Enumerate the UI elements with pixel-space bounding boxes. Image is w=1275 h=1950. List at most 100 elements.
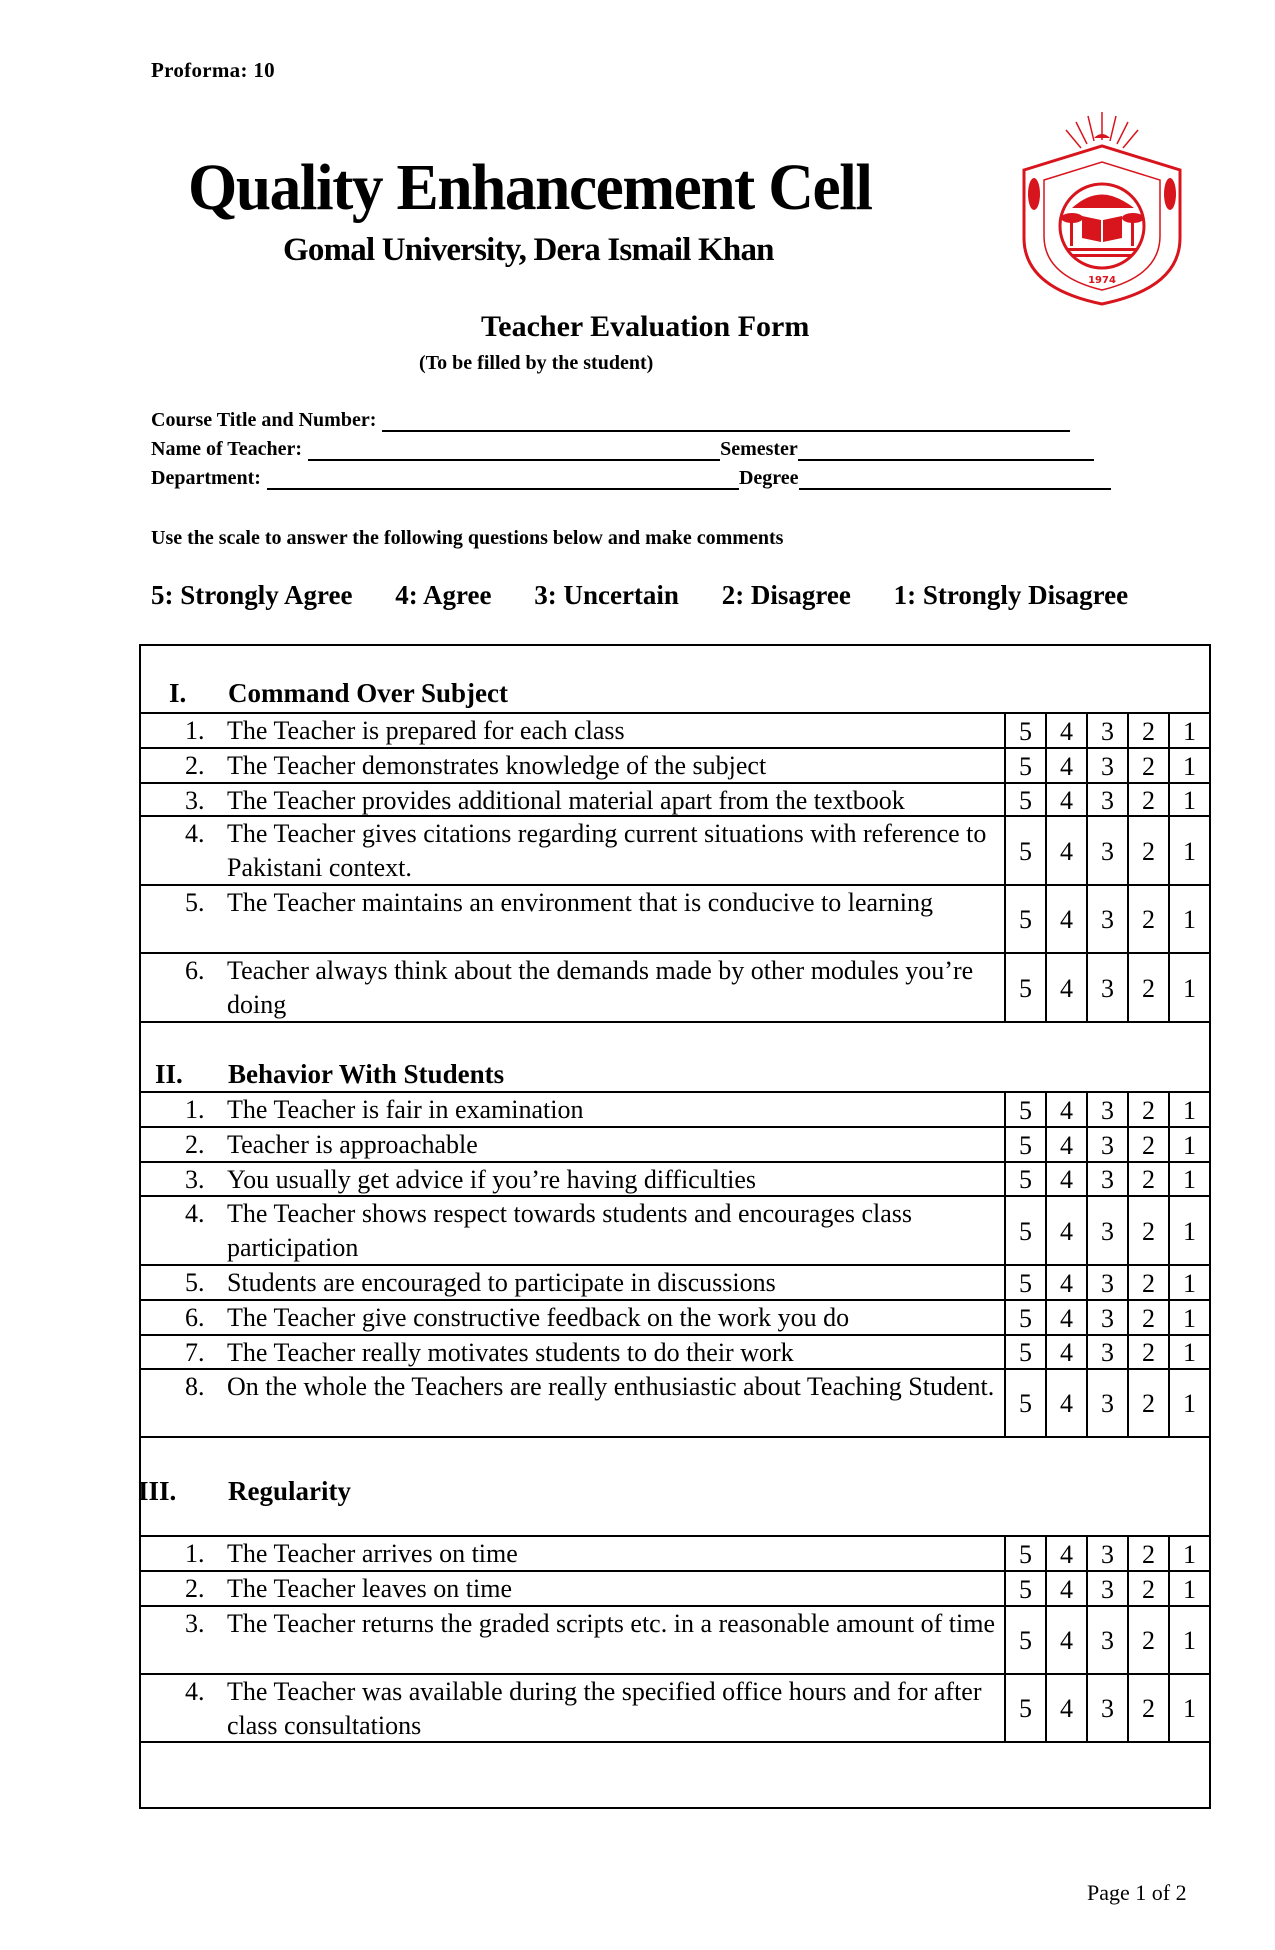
score-option-3[interactable]: 3 <box>1086 1197 1127 1266</box>
score-option-2[interactable]: 2 <box>1127 817 1168 886</box>
score-option-1[interactable]: 1 <box>1168 1163 1209 1197</box>
score-option-2[interactable]: 2 <box>1127 1128 1168 1163</box>
score-option-4[interactable]: 4 <box>1045 1675 1086 1743</box>
score-option-3[interactable]: 3 <box>1086 1572 1127 1607</box>
score-option-3[interactable]: 3 <box>1086 886 1127 954</box>
score-option-5[interactable]: 5 <box>1004 817 1045 886</box>
score-option-5[interactable]: 5 <box>1004 1093 1045 1128</box>
teacher-input[interactable] <box>308 443 721 461</box>
score-option-5[interactable]: 5 <box>1004 1163 1045 1197</box>
score-option-5[interactable]: 5 <box>1004 1301 1045 1336</box>
comments-area[interactable] <box>141 1741 1209 1809</box>
score-option-2[interactable]: 2 <box>1127 1093 1168 1128</box>
score-option-1[interactable]: 1 <box>1168 886 1209 954</box>
score-option-1[interactable]: 1 <box>1168 1370 1209 1438</box>
score-option-1[interactable]: 1 <box>1168 1537 1209 1572</box>
score-option-1[interactable]: 1 <box>1168 954 1209 1023</box>
score-option-4[interactable]: 4 <box>1045 886 1086 954</box>
score-option-3[interactable]: 3 <box>1086 1266 1127 1301</box>
question-text: On the whole the Teachers are really ent… <box>227 1372 995 1401</box>
score-option-1[interactable]: 1 <box>1168 1266 1209 1301</box>
score-option-1[interactable]: 1 <box>1168 817 1209 886</box>
score-option-2[interactable]: 2 <box>1127 1675 1168 1743</box>
score-option-5[interactable]: 5 <box>1004 954 1045 1023</box>
score-option-5[interactable]: 5 <box>1004 749 1045 784</box>
score-option-4[interactable]: 4 <box>1045 1163 1086 1197</box>
score-option-2[interactable]: 2 <box>1127 784 1168 817</box>
score-option-3[interactable]: 3 <box>1086 749 1127 784</box>
score-option-4[interactable]: 4 <box>1045 714 1086 749</box>
score-option-1[interactable]: 1 <box>1168 1675 1209 1743</box>
score-option-4[interactable]: 4 <box>1045 1537 1086 1572</box>
score-options: 54321 <box>1004 886 1209 954</box>
score-option-4[interactable]: 4 <box>1045 1572 1086 1607</box>
score-option-5[interactable]: 5 <box>1004 1370 1045 1438</box>
score-option-1[interactable]: 1 <box>1168 1607 1209 1675</box>
score-option-2[interactable]: 2 <box>1127 1163 1168 1197</box>
score-option-5[interactable]: 5 <box>1004 1266 1045 1301</box>
score-option-4[interactable]: 4 <box>1045 1370 1086 1438</box>
score-option-3[interactable]: 3 <box>1086 1370 1127 1438</box>
score-option-5[interactable]: 5 <box>1004 1537 1045 1572</box>
course-input[interactable] <box>382 414 1071 432</box>
score-option-4[interactable]: 4 <box>1045 1266 1086 1301</box>
score-option-2[interactable]: 2 <box>1127 954 1168 1023</box>
score-option-4[interactable]: 4 <box>1045 1093 1086 1128</box>
score-option-5[interactable]: 5 <box>1004 1675 1045 1743</box>
score-option-3[interactable]: 3 <box>1086 1675 1127 1743</box>
score-option-4[interactable]: 4 <box>1045 1607 1086 1675</box>
score-option-2[interactable]: 2 <box>1127 1607 1168 1675</box>
score-option-2[interactable]: 2 <box>1127 1197 1168 1266</box>
department-input[interactable] <box>266 472 739 490</box>
score-option-2[interactable]: 2 <box>1127 886 1168 954</box>
score-option-3[interactable]: 3 <box>1086 1093 1127 1128</box>
score-option-3[interactable]: 3 <box>1086 1128 1127 1163</box>
degree-input[interactable] <box>798 472 1111 490</box>
score-option-4[interactable]: 4 <box>1045 1301 1086 1336</box>
score-option-4[interactable]: 4 <box>1045 954 1086 1023</box>
score-option-5[interactable]: 5 <box>1004 714 1045 749</box>
score-option-5[interactable]: 5 <box>1004 1197 1045 1266</box>
score-option-5[interactable]: 5 <box>1004 1572 1045 1607</box>
score-option-2[interactable]: 2 <box>1127 1370 1168 1438</box>
score-option-4[interactable]: 4 <box>1045 749 1086 784</box>
score-option-1[interactable]: 1 <box>1168 1128 1209 1163</box>
score-option-1[interactable]: 1 <box>1168 1572 1209 1607</box>
score-option-1[interactable]: 1 <box>1168 1197 1209 1266</box>
score-option-3[interactable]: 3 <box>1086 1163 1127 1197</box>
score-option-2[interactable]: 2 <box>1127 1266 1168 1301</box>
score-option-4[interactable]: 4 <box>1045 784 1086 817</box>
score-option-5[interactable]: 5 <box>1004 886 1045 954</box>
score-option-2[interactable]: 2 <box>1127 749 1168 784</box>
score-option-3[interactable]: 3 <box>1086 784 1127 817</box>
score-option-5[interactable]: 5 <box>1004 1336 1045 1370</box>
score-option-2[interactable]: 2 <box>1127 1537 1168 1572</box>
score-option-2[interactable]: 2 <box>1127 1572 1168 1607</box>
score-option-1[interactable]: 1 <box>1168 749 1209 784</box>
score-option-3[interactable]: 3 <box>1086 1607 1127 1675</box>
score-option-1[interactable]: 1 <box>1168 1093 1209 1128</box>
score-option-4[interactable]: 4 <box>1045 1197 1086 1266</box>
score-option-5[interactable]: 5 <box>1004 784 1045 817</box>
semester-input[interactable] <box>797 443 1094 461</box>
score-option-2[interactable]: 2 <box>1127 714 1168 749</box>
question-number: 4. <box>185 819 205 848</box>
score-option-3[interactable]: 3 <box>1086 1336 1127 1370</box>
score-option-4[interactable]: 4 <box>1045 1336 1086 1370</box>
score-option-1[interactable]: 1 <box>1168 1336 1209 1370</box>
score-option-3[interactable]: 3 <box>1086 1537 1127 1572</box>
score-option-1[interactable]: 1 <box>1168 714 1209 749</box>
score-option-3[interactable]: 3 <box>1086 1301 1127 1336</box>
score-option-1[interactable]: 1 <box>1168 1301 1209 1336</box>
score-option-3[interactable]: 3 <box>1086 714 1127 749</box>
score-option-4[interactable]: 4 <box>1045 1128 1086 1163</box>
score-option-3[interactable]: 3 <box>1086 954 1127 1023</box>
score-options: 54321 <box>1004 749 1209 784</box>
score-option-4[interactable]: 4 <box>1045 817 1086 886</box>
score-option-1[interactable]: 1 <box>1168 784 1209 817</box>
score-option-3[interactable]: 3 <box>1086 817 1127 886</box>
score-option-5[interactable]: 5 <box>1004 1607 1045 1675</box>
score-option-5[interactable]: 5 <box>1004 1128 1045 1163</box>
score-option-2[interactable]: 2 <box>1127 1301 1168 1336</box>
score-option-2[interactable]: 2 <box>1127 1336 1168 1370</box>
